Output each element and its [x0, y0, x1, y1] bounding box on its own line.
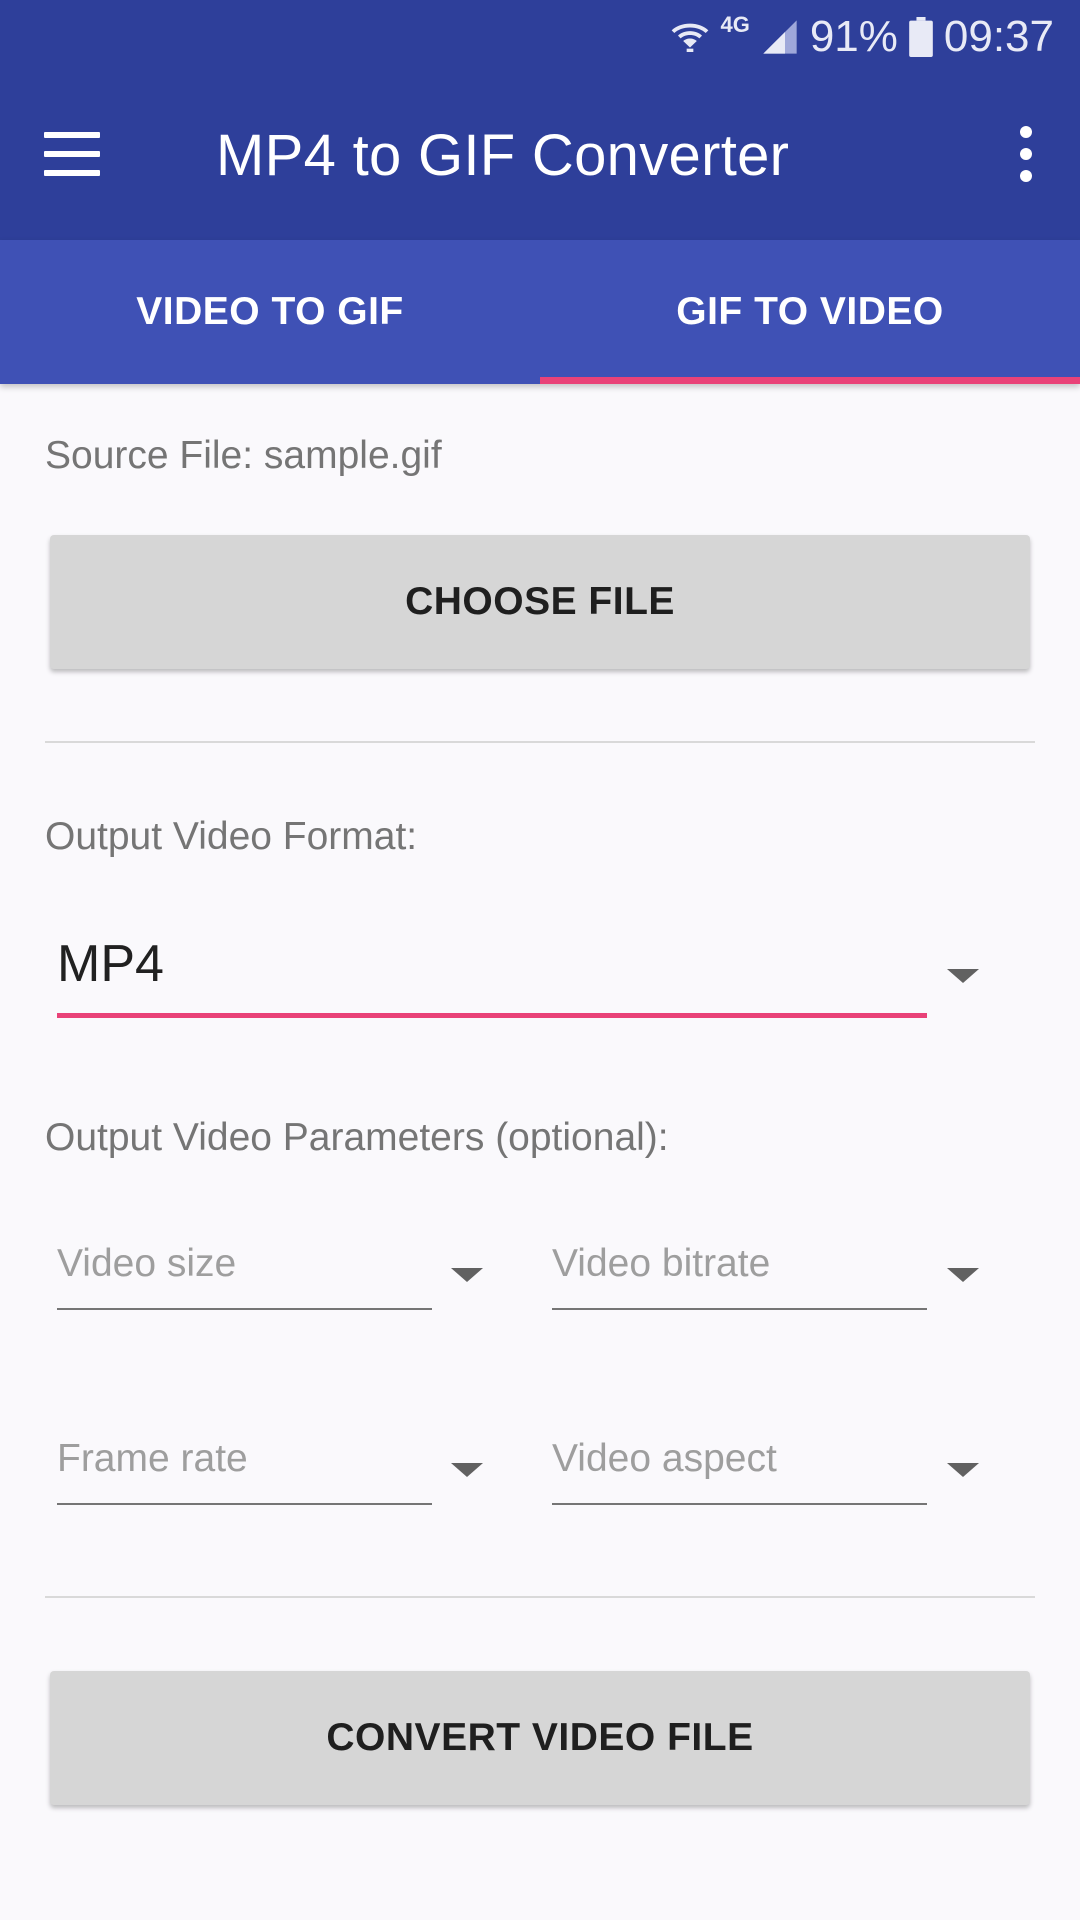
dropdown-arrow-icon[interactable]	[451, 1463, 483, 1477]
video-size-spinner[interactable]: Video size	[57, 1230, 432, 1310]
battery-icon	[908, 17, 934, 57]
tab-selected-indicator	[540, 377, 1080, 384]
dropdown-arrow-icon[interactable]	[947, 969, 979, 983]
spinner-underline	[552, 1308, 927, 1310]
app-bar: MP4 to GIF Converter	[0, 74, 1080, 240]
output-format-label: Output Video Format:	[45, 815, 418, 858]
video-bitrate-spinner[interactable]: Video bitrate	[552, 1230, 927, 1310]
clock: 09:37	[943, 12, 1054, 61]
video-size-placeholder: Video size	[57, 1242, 237, 1285]
divider	[45, 1596, 1035, 1598]
divider	[45, 741, 1035, 743]
battery-percent: 91%	[809, 12, 898, 61]
frame-rate-placeholder: Frame rate	[57, 1437, 248, 1480]
cell-signal-icon	[760, 17, 800, 57]
wifi-icon	[670, 17, 710, 57]
dropdown-arrow-icon[interactable]	[947, 1463, 979, 1477]
output-format-spinner[interactable]: MP4	[57, 918, 927, 1018]
hamburger-menu-icon[interactable]	[36, 124, 108, 184]
app-title: MP4 to GIF Converter	[216, 123, 790, 188]
spinner-underline	[57, 1503, 432, 1505]
video-bitrate-placeholder: Video bitrate	[552, 1242, 771, 1285]
convert-video-file-button[interactable]: CONVERT VIDEO FILE	[50, 1671, 1030, 1805]
tab-gif-to-video[interactable]: GIF TO VIDEO	[540, 240, 1080, 384]
status-bar: 4G 91% 09:37	[0, 0, 1080, 74]
dropdown-arrow-icon[interactable]	[451, 1268, 483, 1282]
status-icons: 4G 91% 09:37	[670, 10, 1054, 64]
video-aspect-spinner[interactable]: Video aspect	[552, 1425, 927, 1505]
source-file-label: Source File: sample.gif	[45, 434, 442, 477]
output-format-value: MP4	[57, 935, 164, 993]
tab-bar: VIDEO TO GIF GIF TO VIDEO	[0, 240, 1080, 384]
video-aspect-placeholder: Video aspect	[552, 1437, 777, 1480]
spinner-underline	[57, 1308, 432, 1310]
dropdown-arrow-icon[interactable]	[947, 1268, 979, 1282]
more-vert-icon[interactable]	[994, 114, 1054, 194]
spinner-underline	[552, 1503, 927, 1505]
parameters-label: Output Video Parameters (optional):	[45, 1116, 669, 1159]
spinner-underline	[57, 1013, 927, 1018]
frame-rate-spinner[interactable]: Frame rate	[57, 1425, 432, 1505]
tab-video-to-gif[interactable]: VIDEO TO GIF	[0, 240, 540, 384]
network-type: 4G	[720, 12, 750, 37]
choose-file-button[interactable]: CHOOSE FILE	[50, 535, 1030, 669]
